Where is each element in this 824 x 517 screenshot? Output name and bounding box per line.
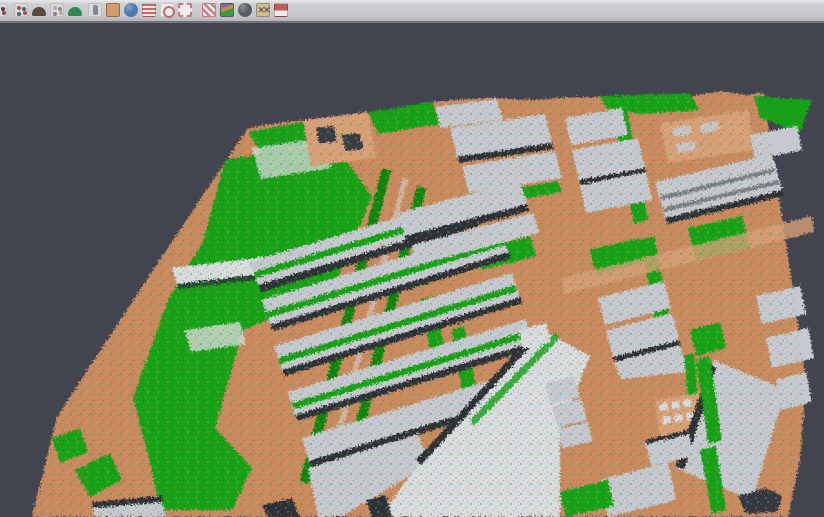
point-noise-overlay (0, 23, 824, 517)
globe-icon[interactable] (238, 3, 252, 17)
column-icon[interactable] (88, 3, 102, 17)
refresh-sphere-icon[interactable] (124, 3, 138, 17)
flag-layers-icon[interactable] (274, 3, 288, 17)
main-toolbar (0, 0, 824, 23)
crossed-box-icon[interactable] (256, 3, 270, 17)
clipped-edge-tool-icon[interactable] (0, 3, 7, 17)
extent-brackets-icon[interactable] (178, 3, 192, 17)
ortho-tile-icon[interactable] (106, 3, 120, 17)
application-window: { "window": { "title": "3D point cloud v… (0, 0, 824, 517)
target-ring-icon[interactable] (160, 3, 174, 17)
layer-lines-icon[interactable] (142, 3, 156, 17)
3d-viewport[interactable] (0, 23, 824, 517)
terrain-mound-icon[interactable] (32, 3, 46, 17)
point-cloud-scene[interactable] (0, 23, 824, 517)
classification-palette-icon[interactable] (220, 3, 234, 17)
green-terrain-icon[interactable] (68, 3, 82, 17)
sparse-points-icon[interactable] (50, 3, 64, 17)
clip-region-icon[interactable] (202, 3, 216, 17)
scatter-points-icon[interactable] (14, 3, 28, 17)
